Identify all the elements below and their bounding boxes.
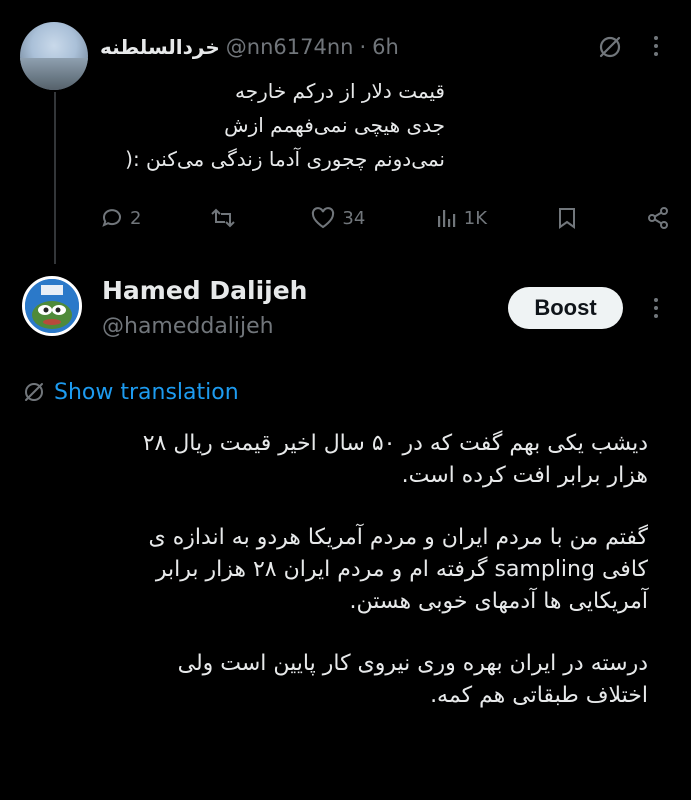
grok-icon[interactable] [597, 34, 623, 60]
like-count: 34 [342, 207, 366, 229]
tweet-line: دیشب یکی بهم گفت که در ۵۰ سال اخیر قیمت … [142, 431, 648, 456]
retweet-button[interactable] [210, 206, 242, 230]
bookmark-button[interactable] [556, 206, 578, 230]
reply-icon [102, 209, 121, 227]
more-options-icon[interactable] [648, 32, 664, 60]
boost-button[interactable]: Boost [508, 287, 623, 329]
tweet-header: خردالسلطنه @nn6174nn · 6h [100, 32, 651, 62]
like-button[interactable]: 34 [310, 206, 365, 230]
separator-dot: · [359, 35, 367, 59]
view-count: 1K [463, 207, 488, 229]
share-icon [647, 207, 668, 229]
retweet-icon [211, 208, 235, 228]
tweet-paragraph: گفتم من با مردم ایران و مردم آمریکا هردو… [22, 522, 648, 618]
views-button[interactable]: 1K [434, 206, 487, 230]
tweet-line: جدی هیچی نمی‌فهمم ازش [224, 113, 445, 137]
tweet-line: گفتم من با مردم ایران و مردم آمریکا هردو… [148, 525, 648, 550]
show-translation-link[interactable]: Show translation [22, 376, 239, 408]
tweet-line: قیمت دلار از درکم خارجه [234, 79, 445, 103]
avatar[interactable] [22, 276, 82, 336]
pepe-frog-avatar-image [25, 279, 79, 333]
tweet-actions: 2 34 1K [100, 200, 670, 236]
tweet-line: آمریکایی ها آدمهای خوبی هستن. [349, 589, 648, 614]
grok-icon [25, 383, 43, 401]
avatar[interactable] [20, 22, 88, 90]
tweet-line: درسته در ایران بهره وری نیروی کار پایین … [177, 651, 648, 676]
avatar-city-image [20, 58, 88, 90]
more-options-icon[interactable] [648, 294, 664, 322]
tweet-paragraph: دیشب یکی بهم گفت که در ۵۰ سال اخیر قیمت … [22, 428, 648, 492]
tweet-line: کافی sampling گرفته ام و مردم ایران ۲۸ ه… [155, 557, 648, 582]
reply-count: 2 [130, 207, 142, 229]
author-handle[interactable]: @nn6174nn [226, 35, 354, 59]
heart-icon [312, 207, 335, 229]
tweet-line: اختلاف طبقاتی هم کمه. [430, 683, 648, 708]
tweet-paragraph: درسته در ایران بهره وری نیروی کار پایین … [22, 648, 648, 712]
tweet-text: دیشب یکی بهم گفت که در ۵۰ سال اخیر قیمت … [22, 428, 648, 742]
author-name[interactable]: Hamed Dalijeh [102, 276, 307, 305]
show-translation-label[interactable]: Show translation [54, 380, 239, 405]
tweet-line: هزار برابر افت کرده است. [401, 463, 648, 488]
tweet-time[interactable]: 6h [372, 35, 399, 59]
analytics-icon [437, 210, 455, 227]
reply-button[interactable]: 2 [100, 206, 141, 230]
author-name[interactable]: خردالسلطنه [100, 35, 220, 59]
tweet-line: نمی‌دونم چجوری آدما زندگی می‌کنن :( [125, 147, 445, 171]
tweet-text: قیمت دلار از درکم خارجه جدی هیچی نمی‌فهم… [85, 74, 445, 176]
author-handle[interactable]: @hameddalijeh [102, 314, 274, 339]
bookmark-icon [558, 208, 575, 229]
share-button[interactable] [646, 206, 670, 230]
thread-connector-line [54, 92, 56, 264]
